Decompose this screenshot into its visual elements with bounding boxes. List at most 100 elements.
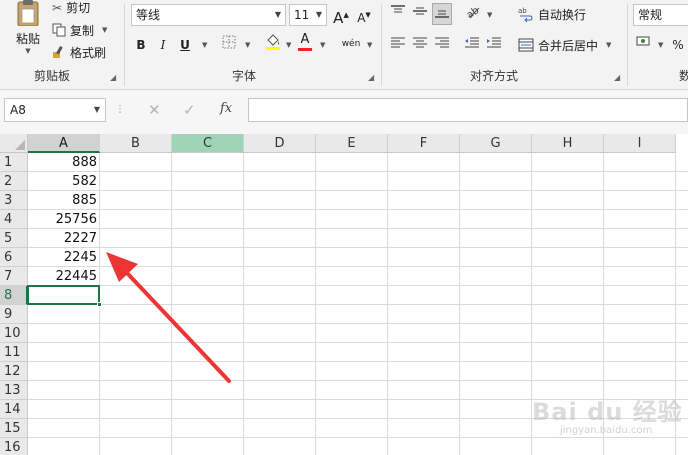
formula-input[interactable]: [248, 98, 688, 122]
column-header-d[interactable]: D: [244, 134, 316, 153]
chevron-down-icon[interactable]: ▼: [102, 26, 107, 34]
chevron-down-icon[interactable]: ▼: [606, 41, 611, 49]
grow-font-button[interactable]: A▲: [331, 4, 351, 27]
row-header-7[interactable]: 7: [0, 267, 28, 286]
copy-button[interactable]: 复制 ▼: [52, 20, 107, 40]
bottom-align-button[interactable]: [432, 3, 452, 25]
align-right-button[interactable]: [432, 34, 452, 56]
row-header-6[interactable]: 6: [0, 248, 28, 267]
chevron-down-icon[interactable]: ▼: [245, 41, 250, 49]
align-left-button[interactable]: [388, 34, 408, 56]
chevron-down-icon[interactable]: ▼: [286, 41, 291, 49]
row-header-16[interactable]: 16: [0, 438, 28, 455]
row-header-2[interactable]: 2: [0, 172, 28, 191]
align-top-icon: [391, 5, 405, 13]
splitter-handle[interactable]: ⋮: [115, 104, 125, 115]
cell-a3[interactable]: 885: [28, 191, 100, 210]
number-format-combo[interactable]: 常规: [633, 4, 688, 26]
wrap-text-button[interactable]: ab 自动换行: [518, 3, 586, 25]
column-header-a[interactable]: A: [28, 134, 100, 153]
gridline-horizontal: [28, 342, 688, 343]
font-name-combo[interactable]: 等线 ▼: [131, 4, 286, 26]
row-header-9[interactable]: 9: [0, 305, 28, 324]
row-header-10[interactable]: 10: [0, 324, 28, 343]
shrink-font-button[interactable]: A▼: [354, 4, 374, 26]
italic-button[interactable]: I: [153, 34, 173, 56]
active-cell-a8[interactable]: [27, 285, 100, 305]
increase-indent-button[interactable]: [484, 34, 504, 56]
select-all-button[interactable]: [0, 134, 28, 153]
chevron-down-icon[interactable]: ▼: [275, 5, 281, 25]
gridline-horizontal: [28, 285, 688, 286]
bold-button[interactable]: B: [131, 34, 151, 56]
insert-function-button[interactable]: fx: [220, 101, 232, 116]
dialog-launcher-icon[interactable]: ◢: [110, 73, 116, 82]
cell-a6[interactable]: 2245: [28, 248, 100, 267]
row-header-14[interactable]: 14: [0, 400, 28, 419]
percent-label: %: [672, 38, 684, 52]
watermark-logo: Bai du 经验: [532, 398, 683, 426]
chevron-down-icon[interactable]: ▼: [316, 5, 322, 25]
column-header-i[interactable]: I: [604, 134, 676, 153]
dialog-launcher-icon[interactable]: ◢: [614, 73, 620, 82]
name-box[interactable]: A8 ▼: [4, 98, 106, 122]
text-orientation-icon: ab: [465, 5, 482, 21]
font-color-button[interactable]: A: [295, 32, 315, 54]
font-color-label: A: [300, 32, 310, 47]
chevron-down-icon[interactable]: ▼: [94, 99, 100, 121]
cut-button[interactable]: ✂ 剪切: [52, 0, 90, 16]
format-painter-label: 格式刷: [70, 45, 107, 60]
fill-handle[interactable]: [97, 302, 102, 307]
orientation-button[interactable]: ab: [462, 3, 482, 25]
fill-color-button[interactable]: [263, 33, 283, 55]
chevron-down-icon[interactable]: ▼: [487, 11, 492, 19]
row-header-8[interactable]: 8: [0, 286, 28, 305]
chevron-down-icon[interactable]: ▼: [367, 41, 372, 49]
gridline-horizontal: [28, 228, 688, 229]
column-header-c[interactable]: C: [172, 134, 244, 153]
format-painter-button[interactable]: 格式刷: [52, 42, 106, 62]
chevron-down-icon[interactable]: ▼: [25, 47, 30, 55]
row-header-11[interactable]: 11: [0, 343, 28, 362]
underline-button[interactable]: U: [175, 34, 195, 56]
top-align-button[interactable]: [388, 3, 408, 25]
chevron-down-icon[interactable]: ▼: [320, 41, 325, 49]
merge-center-button[interactable]: 合并后居中 ▼: [518, 34, 611, 56]
column-header-g[interactable]: G: [460, 134, 532, 153]
align-center-button[interactable]: [410, 34, 430, 56]
row-header-12[interactable]: 12: [0, 362, 28, 381]
check-icon[interactable]: ✓: [183, 101, 196, 119]
paste-label: 粘贴: [15, 32, 40, 46]
group-divider: [627, 4, 628, 86]
paste-button[interactable]: 粘贴 ▼: [10, 0, 46, 62]
row-header-5[interactable]: 5: [0, 229, 28, 248]
chevron-down-icon[interactable]: ▼: [658, 41, 663, 49]
cell-a5[interactable]: 2227: [28, 229, 100, 248]
cell-a4[interactable]: 25756: [28, 210, 100, 229]
shrink-font-icon: ▼: [365, 11, 371, 19]
dialog-launcher-icon[interactable]: ◢: [368, 73, 374, 82]
row-header-4[interactable]: 4: [0, 210, 28, 229]
phonetic-button[interactable]: wén: [339, 33, 363, 55]
row-header-13[interactable]: 13: [0, 381, 28, 400]
column-header-e[interactable]: E: [316, 134, 388, 153]
column-header-h[interactable]: H: [532, 134, 604, 153]
borders-button[interactable]: [219, 34, 239, 56]
cell-a1[interactable]: 888: [28, 153, 100, 172]
row-header-3[interactable]: 3: [0, 191, 28, 210]
percent-button[interactable]: %: [668, 34, 688, 56]
column-header-b[interactable]: B: [100, 134, 172, 153]
middle-align-button[interactable]: [410, 3, 430, 25]
decrease-indent-button[interactable]: [462, 34, 482, 56]
cell-a2[interactable]: 582: [28, 172, 100, 191]
row-header-1[interactable]: 1: [0, 153, 28, 172]
align-left-icon: [391, 37, 405, 48]
paintbrush-icon: [53, 46, 63, 58]
cell-a7[interactable]: 22445: [28, 267, 100, 286]
accounting-format-button[interactable]: [634, 33, 654, 55]
column-header-f[interactable]: F: [388, 134, 460, 153]
chevron-down-icon[interactable]: ▼: [202, 41, 207, 49]
row-header-15[interactable]: 15: [0, 419, 28, 438]
font-size-combo[interactable]: 11 ▼: [289, 4, 327, 26]
cancel-icon[interactable]: ✕: [148, 101, 161, 119]
